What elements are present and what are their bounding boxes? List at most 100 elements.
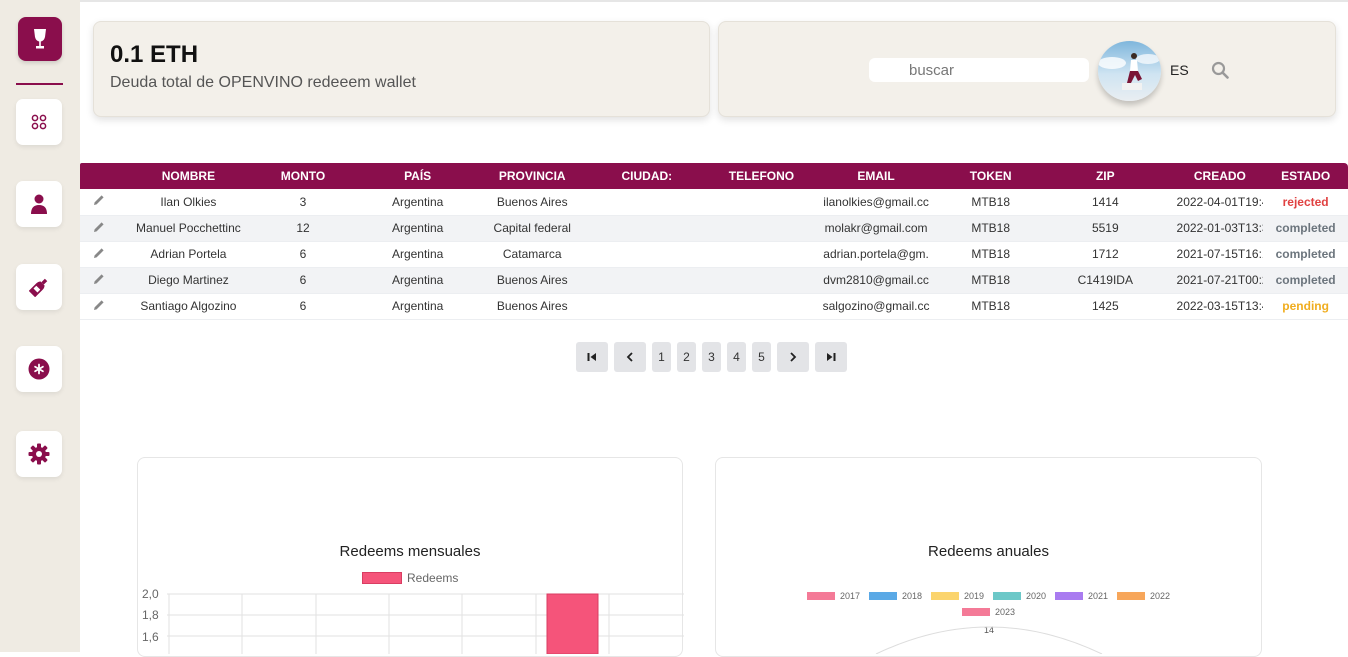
header-ciudad[interactable]: CIUDAD: bbox=[576, 163, 718, 189]
star-circle-icon bbox=[28, 358, 50, 380]
cell-zip: 5519 bbox=[1091, 221, 1119, 235]
cell-zip: 1712 bbox=[1091, 247, 1119, 261]
cell-ciudad bbox=[576, 293, 718, 319]
cell-provincia: Buenos Aires bbox=[496, 273, 568, 287]
cell-creado: 2021-07-21T00:21:0 bbox=[1176, 273, 1264, 287]
cell-zip: 1425 bbox=[1091, 299, 1119, 313]
table-row[interactable]: Ilan Olkies 3 Argentina Buenos Aires ila… bbox=[80, 189, 1348, 215]
next-page-button[interactable] bbox=[777, 342, 809, 372]
bar-redeems[interactable] bbox=[546, 593, 599, 654]
cell-creado: 2022-01-03T13:35:3 bbox=[1176, 221, 1264, 235]
user-icon bbox=[31, 194, 47, 214]
table-header-row: NOMBRE MONTO PAÍS PROVINCIA CIUDAD: TELE… bbox=[80, 163, 1348, 189]
pencil-icon[interactable] bbox=[93, 194, 105, 206]
debt-summary-card: 0.1 ETH Deuda total de OPENVINO redeeem … bbox=[93, 21, 710, 117]
header-telefono[interactable]: TELEFONO bbox=[718, 163, 805, 189]
header-edit bbox=[80, 163, 117, 189]
edit-cell[interactable] bbox=[80, 293, 117, 319]
edit-cell[interactable] bbox=[80, 189, 117, 215]
prev-page-button[interactable] bbox=[614, 342, 646, 372]
first-page-button[interactable] bbox=[576, 342, 608, 372]
pencil-icon[interactable] bbox=[93, 299, 105, 311]
page-1-button[interactable]: 1 bbox=[652, 342, 671, 372]
sidebar-item-bottles[interactable] bbox=[16, 264, 62, 310]
table-row[interactable]: Adrian Portela 6 Argentina Catamarca adr… bbox=[80, 241, 1348, 267]
header-creado[interactable]: CREADO bbox=[1177, 163, 1264, 189]
cell-token: MTB18 bbox=[971, 221, 1011, 235]
status-badge: pending bbox=[1282, 299, 1329, 313]
cell-telefono bbox=[718, 189, 805, 215]
sidebar-item-dashboard[interactable] bbox=[16, 99, 62, 145]
avatar[interactable] bbox=[1098, 41, 1161, 101]
debt-label: Deuda total de OPENVINO redeeem wallet bbox=[110, 74, 416, 91]
edit-cell[interactable] bbox=[80, 241, 117, 267]
user-header-card: ES bbox=[718, 21, 1336, 117]
edit-cell[interactable] bbox=[80, 215, 117, 241]
search-icon[interactable] bbox=[1211, 61, 1229, 79]
table-row[interactable]: Manuel Pocchettinc 12 Argentina Capital … bbox=[80, 215, 1348, 241]
cell-pais: Argentina bbox=[391, 247, 444, 261]
page-5-button[interactable]: 5 bbox=[752, 342, 771, 372]
header-email[interactable]: EMAIL bbox=[805, 163, 947, 189]
pencil-icon[interactable] bbox=[93, 273, 105, 285]
header-token[interactable]: TOKEN bbox=[947, 163, 1034, 189]
monthly-redeems-chart: Redeems mensuales Redeems 2,0 1,8 1,6 bbox=[137, 457, 684, 657]
cell-pais: Argentina bbox=[391, 299, 444, 313]
chevron-left-icon bbox=[626, 352, 633, 362]
cell-email: salgozino@gmail.cc bbox=[822, 299, 930, 313]
cell-token: MTB18 bbox=[971, 299, 1011, 313]
page-4-button[interactable]: 4 bbox=[727, 342, 746, 372]
table-row[interactable]: Santiago Algozino 6 Argentina Buenos Air… bbox=[80, 293, 1348, 319]
page-2-button[interactable]: 2 bbox=[677, 342, 696, 372]
cell-zip: 1414 bbox=[1091, 194, 1119, 209]
table-row[interactable]: Diego Martinez 6 Argentina Buenos Aires … bbox=[80, 267, 1348, 293]
cell-nombre: Manuel Pocchettinc bbox=[136, 221, 241, 235]
last-page-button[interactable] bbox=[815, 342, 847, 372]
header-nombre[interactable]: NOMBRE bbox=[117, 163, 259, 189]
radial-grid bbox=[875, 626, 1103, 654]
cell-monto: 6 bbox=[299, 299, 307, 313]
redeems-table: NOMBRE MONTO PAÍS PROVINCIA CIUDAD: TELE… bbox=[80, 163, 1348, 320]
cell-token: MTB18 bbox=[971, 194, 1011, 209]
debt-amount: 0.1 ETH bbox=[110, 41, 199, 68]
pencil-icon[interactable] bbox=[93, 247, 105, 259]
grid-lines bbox=[167, 593, 684, 654]
page-3-button[interactable]: 3 bbox=[702, 342, 721, 372]
cell-telefono bbox=[718, 215, 805, 241]
header-pais[interactable]: PAÍS bbox=[346, 163, 488, 189]
cell-provincia: Buenos Aires bbox=[496, 299, 568, 313]
avatar-image bbox=[1098, 41, 1161, 101]
search-input[interactable] bbox=[869, 58, 1059, 82]
cell-nombre: Diego Martinez bbox=[148, 273, 229, 287]
first-page-icon bbox=[587, 353, 596, 361]
edit-cell[interactable] bbox=[80, 267, 117, 293]
header-provincia[interactable]: PROVINCIA bbox=[489, 163, 576, 189]
sidebar bbox=[0, 0, 80, 652]
header-monto[interactable]: MONTO bbox=[260, 163, 347, 189]
header-estado[interactable]: ESTADO bbox=[1263, 163, 1348, 189]
pencil-icon[interactable] bbox=[93, 221, 105, 233]
cell-creado: 2022-04-01T19:44:2 bbox=[1176, 194, 1264, 209]
cell-ciudad bbox=[576, 267, 718, 293]
cell-email: adrian.portela@gm. bbox=[823, 247, 929, 261]
cell-ciudad bbox=[576, 241, 718, 267]
monthly-bars-plot bbox=[167, 593, 684, 654]
cell-creado: 2022-03-15T13:45:2 bbox=[1176, 299, 1264, 313]
status-badge: completed bbox=[1275, 247, 1336, 261]
header-zip[interactable]: ZIP bbox=[1034, 163, 1176, 189]
annual-redeems-chart: Redeems anuales 2017 2018 2019 2020 2021… bbox=[715, 457, 1262, 657]
gear-icon bbox=[28, 443, 50, 465]
language-selector[interactable]: ES bbox=[1170, 62, 1189, 78]
wine-glass-icon bbox=[34, 29, 46, 49]
sidebar-item-users[interactable] bbox=[16, 181, 62, 227]
cell-pais: Argentina bbox=[391, 194, 444, 209]
cell-pais: Argentina bbox=[391, 221, 444, 235]
bottle-icon bbox=[29, 278, 48, 297]
wine-glass-logo[interactable] bbox=[18, 17, 62, 61]
cell-provincia: Buenos Aires bbox=[496, 194, 568, 209]
cell-ciudad bbox=[576, 189, 718, 215]
sidebar-item-settings[interactable] bbox=[16, 431, 62, 477]
sidebar-item-featured[interactable] bbox=[16, 346, 62, 392]
status-badge: completed bbox=[1275, 273, 1336, 287]
status-badge: rejected bbox=[1282, 194, 1329, 209]
